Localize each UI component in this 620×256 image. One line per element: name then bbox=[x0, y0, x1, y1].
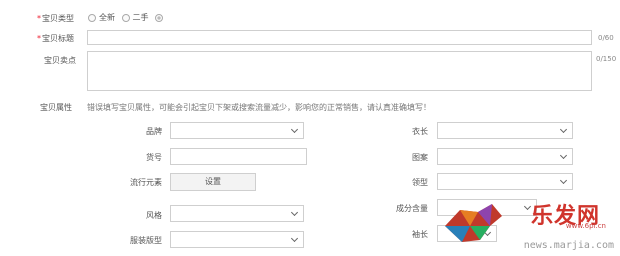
radio-new[interactable] bbox=[88, 13, 96, 22]
radio-used[interactable] bbox=[121, 13, 130, 22]
item-type-options: 全新 二手 bbox=[84, 12, 166, 23]
bull-logo-icon bbox=[445, 204, 502, 242]
item-type-label: *宝贝类型 bbox=[37, 14, 74, 23]
style-select[interactable] bbox=[170, 205, 304, 222]
chevron-down-icon bbox=[559, 176, 568, 185]
radio-new-label: 全新 bbox=[99, 13, 115, 22]
collar-select[interactable] bbox=[437, 173, 573, 190]
chevron-down-icon bbox=[290, 234, 299, 243]
style-label: 风格 bbox=[146, 211, 162, 220]
chevron-down-icon bbox=[559, 151, 568, 160]
attributes-label: 宝贝属性 bbox=[40, 103, 72, 112]
watermark-url: news.marjia.com bbox=[523, 240, 614, 251]
radio-used-label: 二手 bbox=[132, 13, 149, 22]
selling-point-counter: 0/150 bbox=[596, 55, 617, 63]
trend-settings-button[interactable]: 设置 bbox=[170, 173, 256, 191]
chevron-down-icon bbox=[290, 208, 299, 217]
item-number-label: 货号 bbox=[146, 153, 162, 162]
composition-label: 成分含量 bbox=[396, 204, 428, 213]
length-select[interactable] bbox=[437, 122, 573, 139]
brand-select[interactable] bbox=[170, 122, 304, 139]
pattern-label: 图案 bbox=[412, 153, 428, 162]
required-marker: * bbox=[37, 14, 41, 23]
fit-label: 服装版型 bbox=[130, 236, 162, 245]
trend-element-label: 流行元素 bbox=[130, 178, 162, 187]
collar-label: 领型 bbox=[412, 178, 428, 187]
item-title-label: *宝贝标题 bbox=[37, 34, 74, 43]
selling-point-textarea[interactable] bbox=[87, 51, 592, 91]
watermark-subtitle: www.6pf.cn bbox=[565, 222, 606, 230]
selling-point-label: 宝贝卖点 bbox=[44, 56, 76, 65]
item-title-input[interactable] bbox=[87, 30, 592, 45]
item-number-input[interactable] bbox=[170, 148, 307, 165]
length-label: 衣长 bbox=[412, 127, 428, 136]
fit-select[interactable] bbox=[170, 231, 304, 248]
radio-third[interactable] bbox=[155, 13, 164, 22]
required-marker: * bbox=[37, 34, 41, 43]
attributes-hint: 错误填写宝贝属性，可能会引起宝贝下架或搜索流量减少，影响您的正常销售，请认真准确… bbox=[87, 103, 431, 112]
brand-label: 品牌 bbox=[146, 127, 162, 136]
chevron-down-icon bbox=[523, 202, 532, 211]
chevron-down-icon bbox=[290, 125, 299, 134]
pattern-select[interactable] bbox=[437, 148, 573, 165]
chevron-down-icon bbox=[559, 125, 568, 134]
item-title-counter: 0/60 bbox=[598, 34, 614, 42]
sleeve-label: 袖长 bbox=[412, 230, 428, 239]
